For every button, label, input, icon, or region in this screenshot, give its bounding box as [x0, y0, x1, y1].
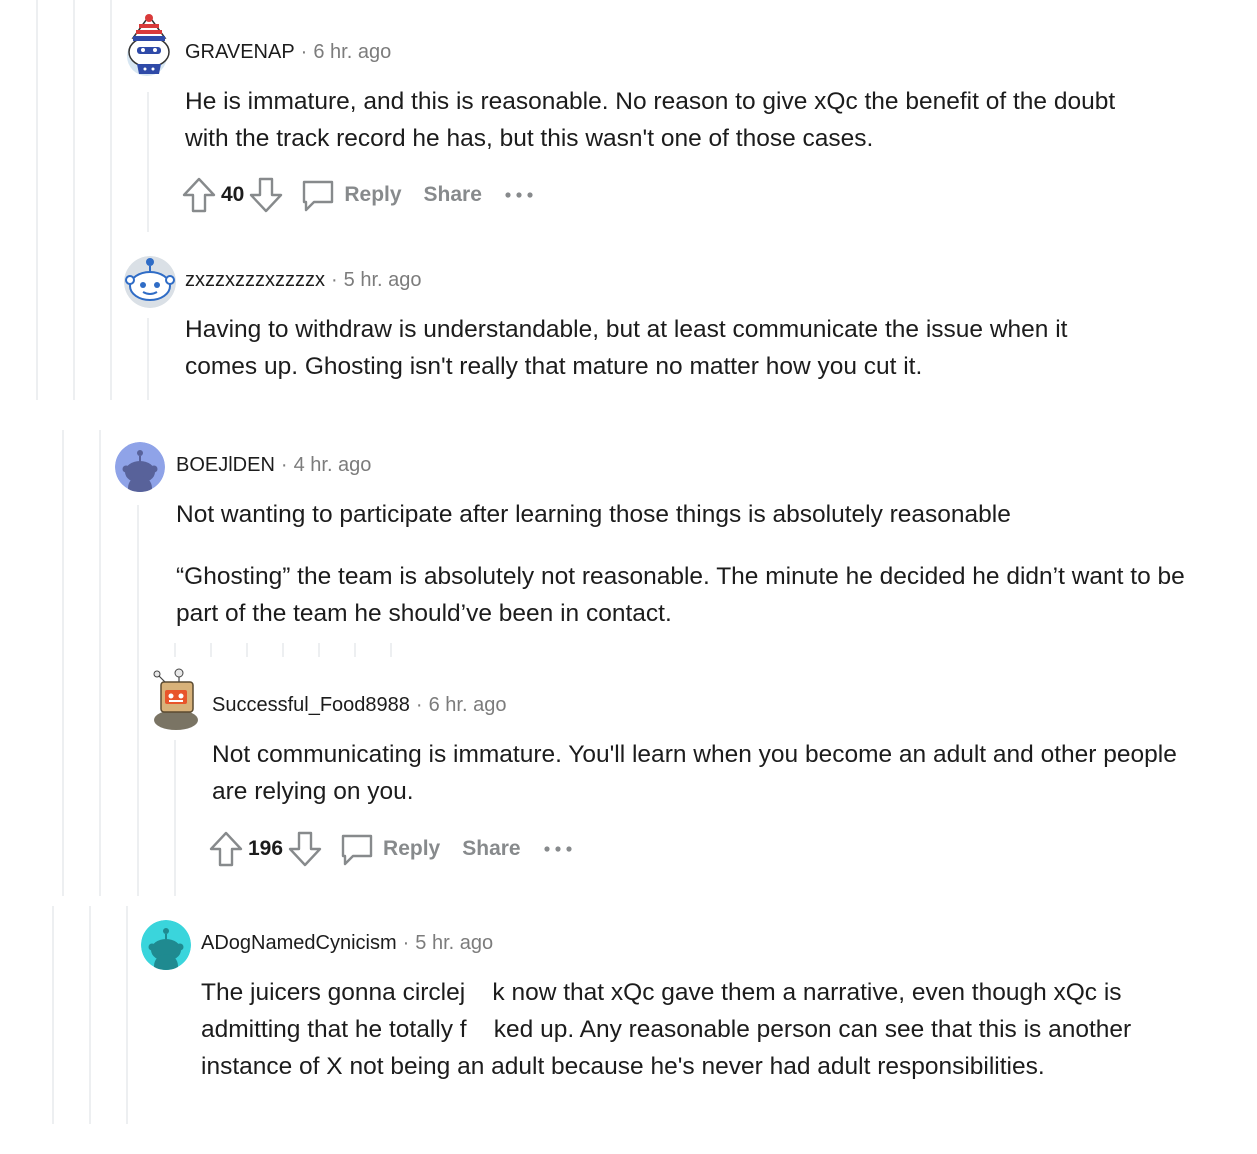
- thread-line[interactable]: [73, 0, 75, 400]
- vote-score: 196: [248, 837, 284, 860]
- thread-line[interactable]: [110, 0, 112, 400]
- separator: ·: [331, 269, 338, 291]
- reply-icon-button[interactable]: [300, 175, 336, 215]
- thread-line[interactable]: [62, 430, 64, 896]
- separator: ·: [402, 932, 410, 954]
- reply-button[interactable]: Reply: [383, 837, 440, 861]
- comment-paragraph: The juicers gonna circlej k now that xQc…: [201, 979, 1139, 1080]
- downvote-icon: [288, 831, 322, 867]
- share-button[interactable]: Share: [424, 183, 482, 207]
- comment-icon: [303, 180, 334, 212]
- comment-body: Not wanting to participate after learnin…: [176, 496, 1196, 632]
- comment-meta: Successful_Food8988 · 6 hr. ago: [212, 694, 506, 717]
- author-link[interactable]: zxzzxzzzxzzzzx: [185, 269, 325, 291]
- thread-line[interactable]: [147, 318, 149, 400]
- more-options-icon: [544, 846, 572, 852]
- collapsed-thread-indicators: [174, 643, 392, 657]
- comment-body: The juicers gonna circlej k now that xQc…: [201, 974, 1181, 1085]
- timestamp[interactable]: 5 hr. ago: [344, 269, 422, 291]
- comment-meta: GRAVENAP · 6 hr. ago: [185, 41, 391, 64]
- upvote-icon: [209, 831, 243, 867]
- author-link[interactable]: Successful_Food8988: [212, 694, 410, 716]
- author-link[interactable]: ADogNamedCynicism: [201, 932, 397, 954]
- comment-paragraph: “Ghosting” the team is absolutely not re…: [176, 563, 1185, 627]
- more-options-button[interactable]: [504, 190, 534, 200]
- snoo-avatar-icon: [141, 920, 191, 970]
- thread-line[interactable]: [52, 906, 54, 1124]
- comment-actions: 40 Reply Share: [181, 175, 534, 215]
- thread-line[interactable]: [126, 906, 128, 1124]
- separator: ·: [300, 41, 308, 63]
- separator: ·: [280, 454, 288, 476]
- comment-meta: BOEJlDEN · 4 hr. ago: [176, 454, 371, 477]
- timestamp[interactable]: 5 hr. ago: [415, 932, 493, 954]
- share-button[interactable]: Share: [462, 837, 520, 861]
- avatar[interactable]: [125, 14, 175, 76]
- avatar[interactable]: [149, 668, 203, 730]
- downvote-button[interactable]: [287, 829, 323, 869]
- upvote-button[interactable]: [181, 175, 217, 215]
- more-options-button[interactable]: [543, 844, 573, 854]
- upvote-icon: [182, 177, 216, 213]
- upvote-button[interactable]: [208, 829, 244, 869]
- snoo-avatar-icon: [115, 442, 165, 492]
- avatar[interactable]: [124, 256, 176, 308]
- thread-line[interactable]: [137, 505, 139, 896]
- reply-icon-button[interactable]: [339, 829, 375, 869]
- downvote-icon: [250, 177, 283, 213]
- comment-icon: [341, 834, 373, 866]
- timestamp[interactable]: 6 hr. ago: [313, 41, 391, 63]
- comment-body: Having to withdraw is understandable, bu…: [185, 311, 1145, 385]
- thread-line[interactable]: [99, 430, 101, 896]
- snoo-avatar-icon: [124, 256, 176, 308]
- timestamp[interactable]: 4 hr. ago: [294, 454, 372, 476]
- comment-meta: ADogNamedCynicism · 5 hr. ago: [201, 932, 493, 955]
- vote-score: 40: [221, 183, 245, 206]
- author-link[interactable]: BOEJlDEN: [176, 454, 275, 476]
- author-link[interactable]: GRAVENAP: [185, 41, 295, 63]
- snoo-avatar-icon: [153, 668, 198, 730]
- comment-paragraph: Not communicating is immature. You'll le…: [212, 741, 1177, 805]
- comment-body: He is immature, and this is reasonable. …: [185, 83, 1145, 157]
- timestamp[interactable]: 6 hr. ago: [429, 694, 507, 716]
- thread-line[interactable]: [36, 0, 38, 400]
- thread-line[interactable]: [147, 92, 149, 232]
- comment-body: Not communicating is immature. You'll le…: [212, 736, 1192, 810]
- comment-paragraph: He is immature, and this is reasonable. …: [185, 88, 1116, 152]
- comment-paragraph: Not wanting to participate after learnin…: [176, 501, 1011, 528]
- more-options-icon: [505, 192, 533, 198]
- thread-line[interactable]: [89, 906, 91, 1124]
- comment-meta: zxzzxzzzxzzzzx · 5 hr. ago: [185, 269, 422, 292]
- comment-actions: 196 Reply Share: [208, 829, 573, 869]
- avatar[interactable]: [141, 920, 191, 970]
- snoo-avatar-icon: [127, 14, 170, 76]
- separator: ·: [415, 694, 423, 716]
- reply-button[interactable]: Reply: [344, 183, 401, 207]
- avatar[interactable]: [115, 442, 165, 492]
- comment-paragraph: Having to withdraw is understandable, bu…: [185, 316, 1068, 380]
- downvote-button[interactable]: [248, 175, 284, 215]
- thread-line[interactable]: [174, 740, 176, 896]
